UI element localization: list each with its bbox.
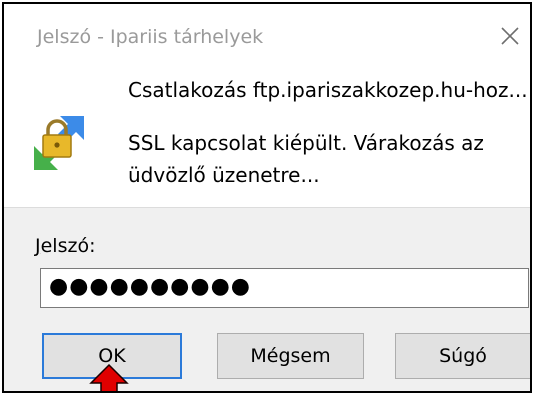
status-line-ssl: SSL kapcsolat kiépült. Várakozás az üdvö… <box>128 131 484 187</box>
title-bar: Jelszó - Ipariis tárhelyek <box>4 4 530 64</box>
cancel-button-label: Mégsem <box>250 345 331 367</box>
input-area: Jelszó: ●●●●●●●●●● OK Mégsem Súgó <box>4 207 530 391</box>
red-up-arrow-icon <box>89 363 129 391</box>
password-label-rest: elszó: <box>40 235 96 257</box>
cancel-button[interactable]: Mégsem <box>217 333 364 379</box>
help-button-label: Súgó <box>439 345 487 367</box>
password-dialog: Jelszó - Ipariis tárhelyek Csatlakozás f… <box>2 2 532 393</box>
window-title: Jelszó - Ipariis tárhelyek <box>37 26 264 48</box>
password-input[interactable]: ●●●●●●●●●● <box>40 268 529 308</box>
help-button[interactable]: Súgó <box>395 333 530 379</box>
status-line-connecting: Csatlakozás ftp.ipariszakkozep.hu-hoz... <box>128 78 528 102</box>
padlock-sync-arrows-icon <box>34 116 84 170</box>
password-label: Jelszó: <box>35 235 96 257</box>
message-area: Csatlakozás ftp.ipariszakkozep.hu-hoz...… <box>4 64 530 207</box>
close-icon[interactable] <box>496 22 524 50</box>
